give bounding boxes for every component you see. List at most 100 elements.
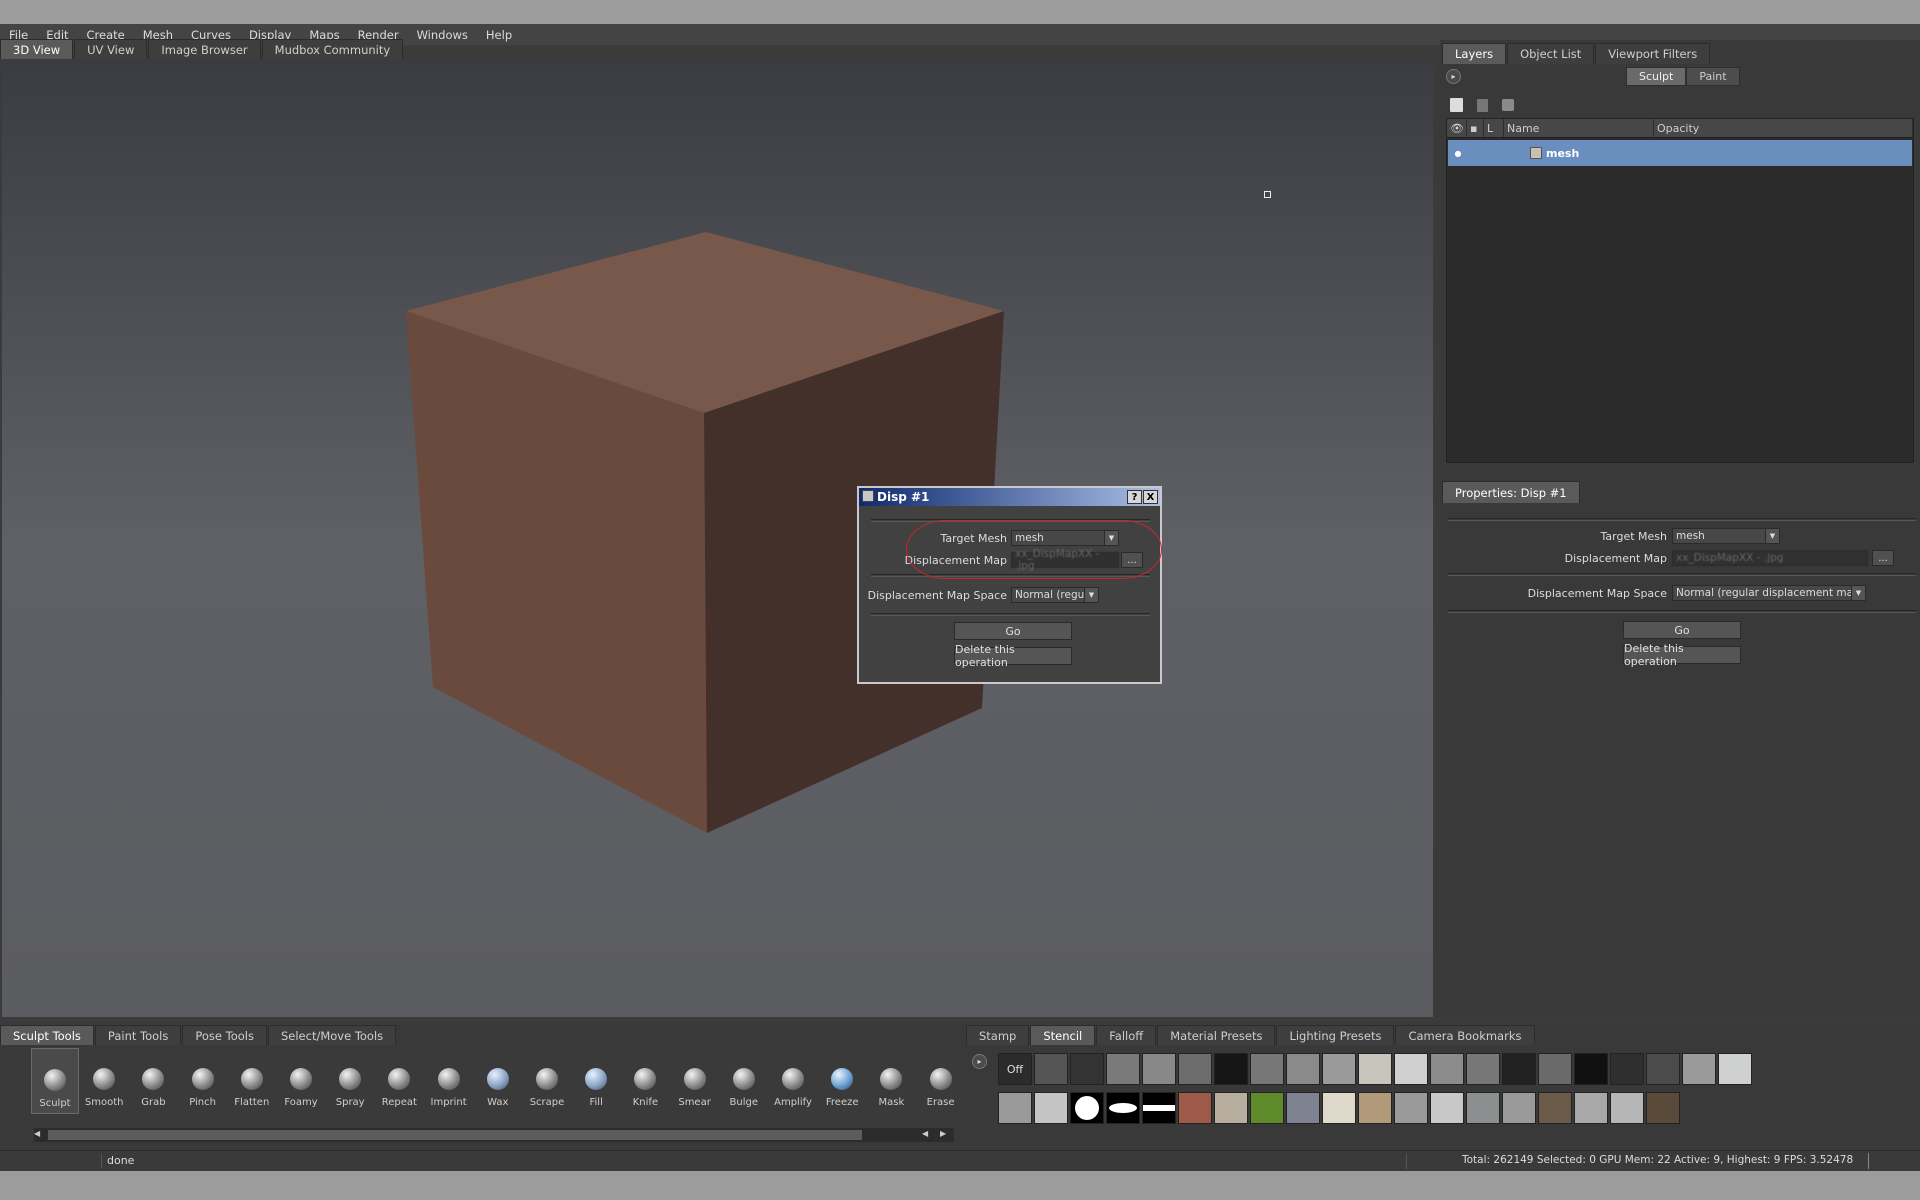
tab-select-move-tools[interactable]: Select/Move Tools bbox=[267, 1025, 397, 1045]
tool-scrollbar-thumb[interactable] bbox=[48, 1130, 862, 1140]
new-layer-icon[interactable] bbox=[1450, 98, 1463, 112]
tool-smear[interactable]: Smear bbox=[671, 1048, 719, 1114]
close-button[interactable]: X bbox=[1143, 490, 1158, 504]
stencil-thumbnail[interactable] bbox=[1646, 1092, 1680, 1124]
tab-paint-tools[interactable]: Paint Tools bbox=[94, 1025, 182, 1045]
displacement-space-dropdown[interactable]: Normal (regular displacement map) ▼ bbox=[1672, 585, 1866, 601]
tool-repeat[interactable]: Repeat bbox=[375, 1048, 423, 1114]
help-button[interactable]: ? bbox=[1127, 490, 1142, 504]
stencil-thumbnail[interactable] bbox=[1466, 1053, 1500, 1085]
tab-image-browser[interactable]: Image Browser bbox=[148, 39, 261, 59]
stencil-thumbnail[interactable] bbox=[1142, 1053, 1176, 1085]
stencil-thumbnail[interactable] bbox=[1574, 1053, 1608, 1085]
scroll-left-icon[interactable]: ◀ bbox=[922, 1129, 928, 1138]
stencil-thumbnail[interactable] bbox=[1214, 1092, 1248, 1124]
tab-camera-bookmarks[interactable]: Camera Bookmarks bbox=[1395, 1025, 1535, 1045]
layer-row-mesh[interactable]: ● mesh bbox=[1448, 140, 1912, 166]
dialog-title-bar[interactable]: Disp #1 ? X bbox=[859, 488, 1160, 506]
menu-help[interactable]: Help bbox=[486, 28, 512, 42]
tab-pose-tools[interactable]: Pose Tools bbox=[182, 1025, 267, 1045]
stencil-thumbnail[interactable] bbox=[1250, 1092, 1284, 1124]
cube-mesh[interactable] bbox=[2, 60, 1433, 1017]
stencil-thumbnail[interactable] bbox=[1430, 1092, 1464, 1124]
stencil-off-button[interactable]: Off bbox=[998, 1053, 1032, 1085]
tab-layers[interactable]: Layers bbox=[1442, 43, 1507, 64]
stencil-thumbnail[interactable] bbox=[1034, 1053, 1068, 1085]
tool-spray[interactable]: Spray bbox=[326, 1048, 374, 1114]
tool-smooth[interactable]: Smooth bbox=[80, 1048, 128, 1114]
stencil-thumbnail[interactable] bbox=[1466, 1092, 1500, 1124]
stencil-thumbnail[interactable] bbox=[1430, 1053, 1464, 1085]
stencil-thumbnail[interactable] bbox=[1178, 1053, 1212, 1085]
stencil-thumbnail[interactable] bbox=[1178, 1092, 1212, 1124]
stencil-thumbnail[interactable] bbox=[1286, 1092, 1320, 1124]
tool-flatten[interactable]: Flatten bbox=[228, 1048, 276, 1114]
tool-imprint[interactable]: Imprint bbox=[425, 1048, 473, 1114]
stencil-thumbnail[interactable] bbox=[1574, 1092, 1608, 1124]
stencil-thumbnail[interactable] bbox=[1394, 1053, 1428, 1085]
tool-wax[interactable]: Wax bbox=[474, 1048, 522, 1114]
merge-layer-icon[interactable] bbox=[1502, 99, 1514, 111]
paint-mode-button[interactable]: Paint bbox=[1686, 67, 1740, 86]
tool-foamy[interactable]: Foamy bbox=[277, 1048, 325, 1114]
go-button[interactable]: Go bbox=[1623, 621, 1741, 639]
dialog-space-dropdown[interactable]: Normal (regul ▼ bbox=[1011, 587, 1099, 603]
sculpt-mode-button[interactable]: Sculpt bbox=[1626, 67, 1687, 86]
tab-mudbox-community[interactable]: Mudbox Community bbox=[261, 39, 404, 59]
tab-stencil[interactable]: Stencil bbox=[1030, 1025, 1096, 1045]
delete-layer-icon[interactable] bbox=[1477, 99, 1488, 112]
tool-fill[interactable]: Fill bbox=[572, 1048, 620, 1114]
tab-viewport-filters[interactable]: Viewport Filters bbox=[1595, 43, 1711, 64]
3d-viewport[interactable] bbox=[2, 60, 1433, 1017]
stencil-thumbnail[interactable] bbox=[1538, 1053, 1572, 1085]
panel-expand-icon[interactable]: ▸ bbox=[1446, 69, 1461, 84]
browse-button[interactable]: ... bbox=[1872, 550, 1894, 566]
tool-bulge[interactable]: Bulge bbox=[720, 1048, 768, 1114]
stencil-thumbnail[interactable] bbox=[998, 1092, 1032, 1124]
tab-properties[interactable]: Properties: Disp #1 bbox=[1442, 481, 1580, 503]
scroll-right-icon[interactable]: ▶ bbox=[940, 1129, 946, 1138]
visible-dot-icon[interactable]: ● bbox=[1448, 149, 1468, 158]
stencil-thumbnail[interactable] bbox=[1070, 1092, 1104, 1124]
stencil-thumbnail[interactable] bbox=[1358, 1053, 1392, 1085]
tool-mask[interactable]: Mask bbox=[867, 1048, 915, 1114]
tab-stamp[interactable]: Stamp bbox=[966, 1025, 1030, 1045]
stencil-thumbnail[interactable] bbox=[1034, 1092, 1068, 1124]
stencil-thumbnail[interactable] bbox=[1502, 1053, 1536, 1085]
stencil-thumbnail[interactable] bbox=[1286, 1053, 1320, 1085]
stencil-thumbnail[interactable] bbox=[1682, 1053, 1716, 1085]
delete-operation-button[interactable]: Delete this operation bbox=[1623, 642, 1741, 668]
stencil-thumbnail[interactable] bbox=[1214, 1053, 1248, 1085]
dialog-go-button[interactable]: Go bbox=[954, 622, 1072, 640]
stencil-thumbnail[interactable] bbox=[1394, 1092, 1428, 1124]
stencil-thumbnail[interactable] bbox=[1718, 1053, 1752, 1085]
stencil-thumbnail[interactable] bbox=[1502, 1092, 1536, 1124]
stencil-thumbnail[interactable] bbox=[1358, 1092, 1392, 1124]
stencil-thumbnail[interactable] bbox=[1250, 1053, 1284, 1085]
tool-freeze[interactable]: Freeze bbox=[818, 1048, 866, 1114]
tab-object-list[interactable]: Object List bbox=[1507, 43, 1595, 64]
stencil-thumbnail[interactable] bbox=[1106, 1092, 1140, 1124]
tool-knife[interactable]: Knife bbox=[621, 1048, 669, 1114]
tool-scrape[interactable]: Scrape bbox=[523, 1048, 571, 1114]
tab-falloff[interactable]: Falloff bbox=[1096, 1025, 1157, 1045]
stencil-thumbnail[interactable] bbox=[1106, 1053, 1140, 1085]
tool-grab[interactable]: Grab bbox=[129, 1048, 177, 1114]
tool-erase[interactable]: Erase bbox=[917, 1048, 965, 1114]
stencil-thumbnail[interactable] bbox=[1538, 1092, 1572, 1124]
stencil-thumbnail[interactable] bbox=[1322, 1092, 1356, 1124]
scroll-left-icon[interactable]: ◀ bbox=[34, 1129, 40, 1138]
tab-sculpt-tools[interactable]: Sculpt Tools bbox=[0, 1025, 94, 1045]
stencil-thumbnail[interactable] bbox=[1322, 1053, 1356, 1085]
tool-pinch[interactable]: Pinch bbox=[179, 1048, 227, 1114]
tool-amplify[interactable]: Amplify bbox=[769, 1048, 817, 1114]
stencil-thumbnail[interactable] bbox=[1610, 1053, 1644, 1085]
stencil-thumbnail[interactable] bbox=[1646, 1053, 1680, 1085]
tab-lighting-presets[interactable]: Lighting Presets bbox=[1276, 1025, 1395, 1045]
tab-3d-view[interactable]: 3D View bbox=[0, 39, 74, 59]
stencil-thumbnail[interactable] bbox=[1070, 1053, 1104, 1085]
tool-sculpt[interactable]: Sculpt bbox=[31, 1048, 79, 1114]
target-mesh-dropdown[interactable]: mesh ▼ bbox=[1672, 528, 1780, 544]
menu-windows[interactable]: Windows bbox=[417, 28, 468, 42]
dialog-delete-operation-button[interactable]: Delete this operation bbox=[954, 643, 1072, 669]
